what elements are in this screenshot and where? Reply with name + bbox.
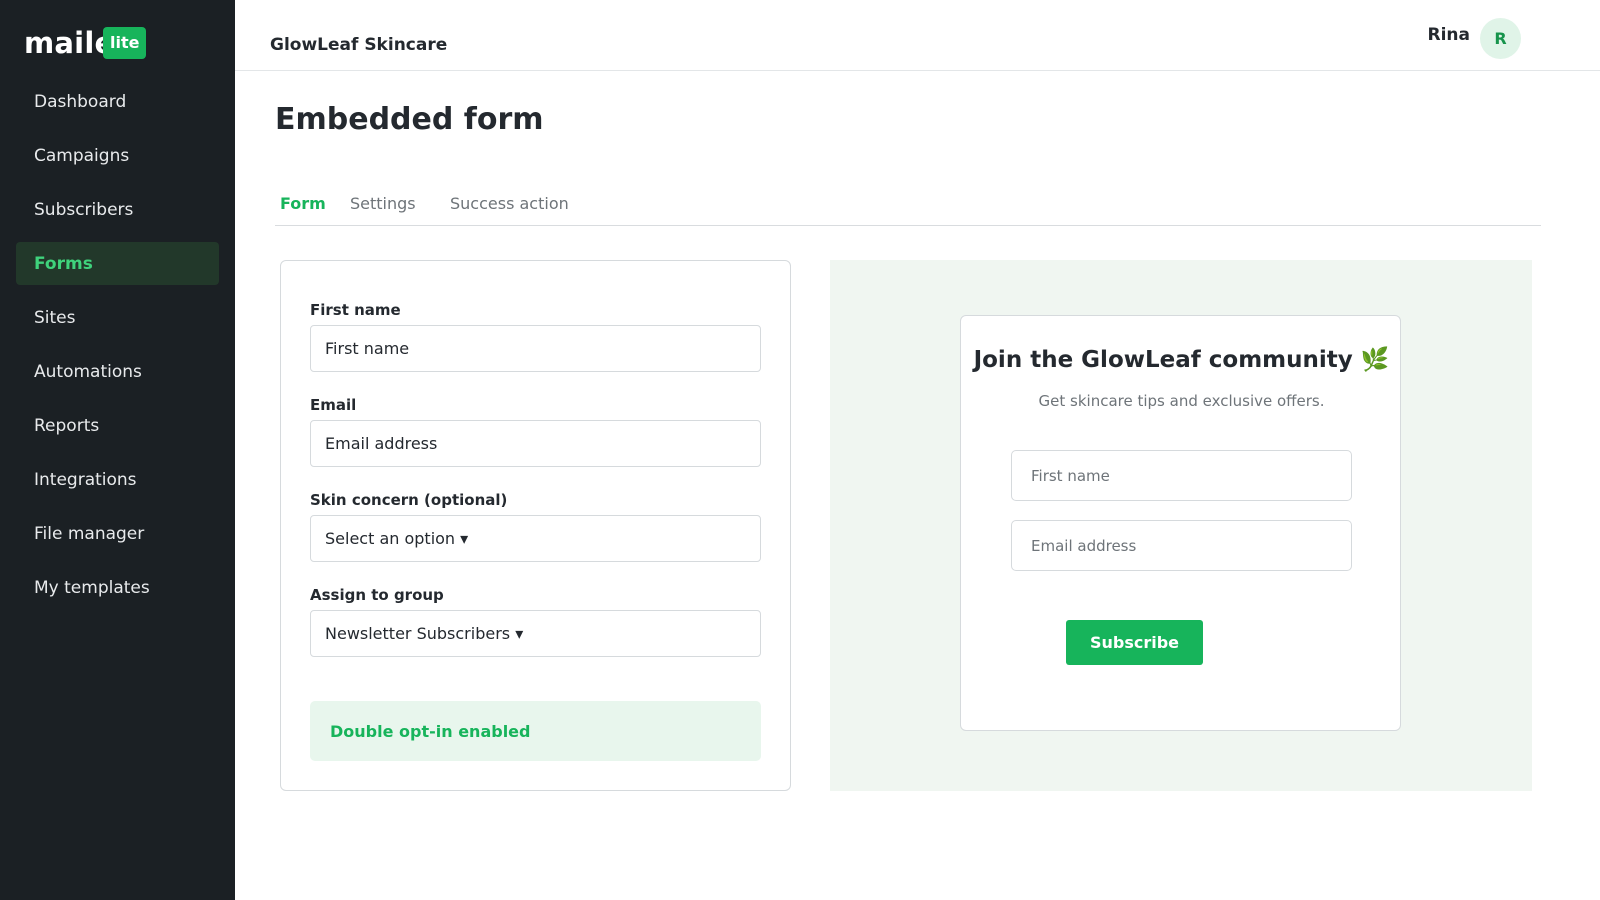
avatar[interactable]: R [1480, 18, 1521, 59]
tab-form[interactable]: Form [280, 194, 326, 213]
preview-first-name-input[interactable]: First name [1011, 450, 1352, 501]
double-optin-notice: Double opt-in enabled [310, 701, 761, 761]
first-name-field[interactable]: First name [310, 325, 761, 372]
sidebar-item-dashboard[interactable]: Dashboard [16, 80, 219, 123]
email-label: Email [310, 396, 357, 414]
logo-badge: lite [103, 27, 147, 59]
mailerlite-logo[interactable]: mailerlite lite [24, 26, 147, 60]
page-title: Embedded form [275, 102, 544, 137]
sidebar-item-integrations[interactable]: Integrations [16, 458, 219, 501]
sidebar-item-campaigns[interactable]: Campaigns [16, 134, 219, 177]
email-field[interactable]: Email address [310, 420, 761, 467]
preview-email-input[interactable]: Email address [1011, 520, 1352, 571]
form-editor-panel: First name First name Email Email addres… [280, 260, 791, 791]
tab-success-action[interactable]: Success action [450, 194, 569, 213]
sidebar-item-file-manager[interactable]: File manager [16, 512, 219, 555]
skin-concern-label: Skin concern (optional) [310, 491, 508, 509]
sidebar-item-forms[interactable]: Forms [16, 242, 219, 285]
sidebar-item-my-templates[interactable]: My templates [16, 566, 219, 609]
org-name[interactable]: GlowLeaf Skincare [270, 35, 447, 55]
sidebar-item-subscribers[interactable]: Subscribers [16, 188, 219, 231]
tab-settings[interactable]: Settings [350, 194, 416, 213]
preview-title: Join the GlowLeaf community 🌿 [973, 347, 1390, 373]
sidebar-item-automations[interactable]: Automations [16, 350, 219, 393]
preview-form-card: Join the GlowLeaf community 🌿 Get skinca… [960, 315, 1401, 731]
assign-group-label: Assign to group [310, 586, 444, 604]
subscribe-button[interactable]: Subscribe [1066, 620, 1203, 665]
sidebar-nav: Dashboard Campaigns Subscribers Forms Si… [16, 80, 219, 620]
sidebar-item-sites[interactable]: Sites [16, 296, 219, 339]
top-bar: GlowLeaf Skincare Rina R [235, 0, 1600, 71]
first-name-label: First name [310, 301, 401, 319]
assign-group-select[interactable]: Newsletter Subscribers ▾ [310, 610, 761, 657]
skin-concern-select[interactable]: Select an option ▾ [310, 515, 761, 562]
tab-bar: Form Settings Success action [275, 182, 1541, 226]
logo-wordmark: mailerlite [24, 26, 104, 60]
sidebar-item-reports[interactable]: Reports [16, 404, 219, 447]
user-name[interactable]: Rina [1428, 25, 1471, 45]
form-preview-panel: Join the GlowLeaf community 🌿 Get skinca… [830, 260, 1532, 791]
preview-subtitle: Get skincare tips and exclusive offers. [1038, 392, 1325, 410]
sidebar: mailerlite lite Dashboard Campaigns Subs… [0, 0, 235, 900]
